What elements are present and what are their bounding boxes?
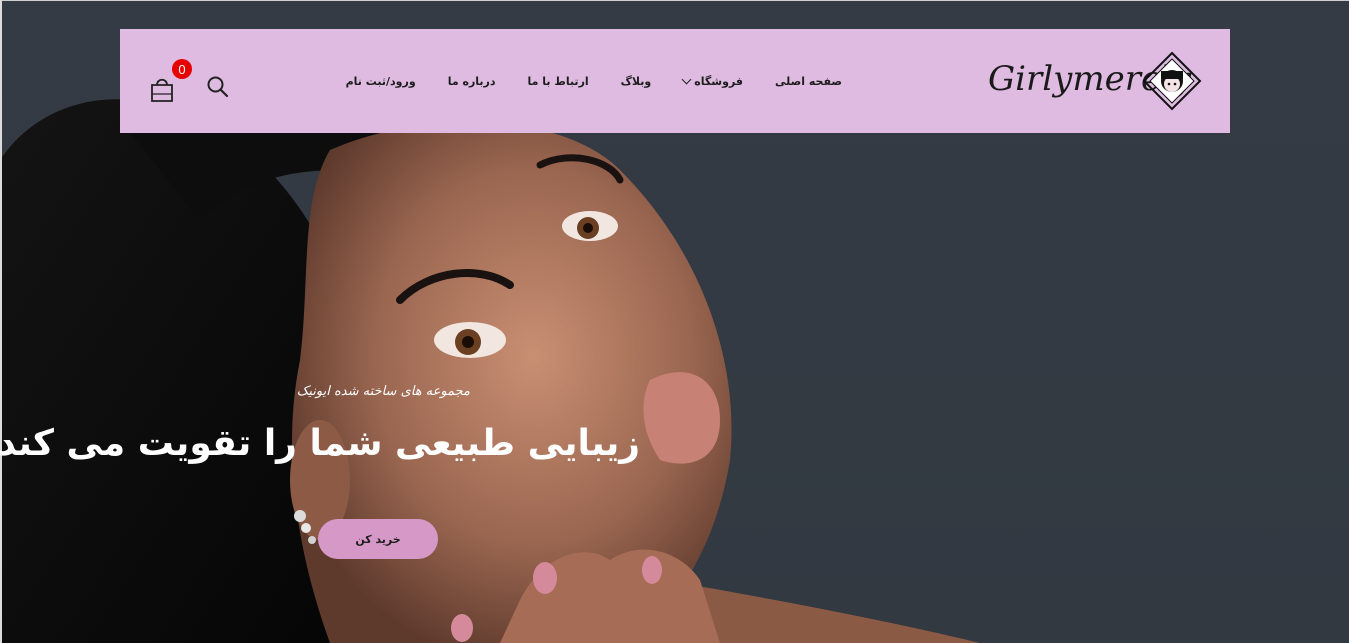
nav-login[interactable]: ورود/ثبت نام (330, 75, 432, 88)
nav-about[interactable]: درباره ما (432, 75, 512, 88)
search-button[interactable] (206, 75, 230, 99)
nav-home-label: صفحه اصلی (775, 74, 842, 88)
site-logo[interactable]: Girlymerely (988, 49, 1202, 113)
nav-login-label: ورود/ثبت نام (345, 74, 416, 88)
cart-count-badge: 0 (172, 59, 192, 79)
nav-shop-label: فروشگاه (694, 74, 743, 88)
cart-button[interactable] (148, 75, 176, 103)
site-header: Girlymerely صفحه اصلی فروشگاه وبلاگ ارتب… (120, 29, 1230, 133)
shop-now-label: خرید کن (355, 532, 401, 546)
hero-section: Girlymerely صفحه اصلی فروشگاه وبلاگ ارتب… (0, 0, 1349, 643)
nav-home[interactable]: صفحه اصلی (759, 75, 858, 88)
search-icon (207, 76, 229, 98)
main-nav: صفحه اصلی فروشگاه وبلاگ ارتباط با ما درب… (330, 29, 858, 133)
shop-now-button[interactable]: خرید کن (318, 519, 438, 559)
nav-shop[interactable]: فروشگاه (667, 74, 759, 88)
nav-blog[interactable]: وبلاگ (605, 75, 668, 88)
left-edge (0, 0, 2, 643)
chevron-down-icon (681, 74, 692, 84)
hero-headline: زیبایی طبیعی شما را تقویت می کند (0, 423, 640, 464)
nav-blog-label: وبلاگ (620, 74, 652, 88)
nav-contact[interactable]: ارتباط با ما (512, 75, 605, 88)
nav-about-label: درباره ما (447, 74, 496, 88)
shopping-bag-icon (151, 78, 173, 102)
nav-contact-label: ارتباط با ما (527, 74, 589, 88)
logo-emblem-icon (1142, 51, 1202, 111)
hero-subtitle: مجموعه های ساخته شده ایونیک (296, 384, 470, 399)
